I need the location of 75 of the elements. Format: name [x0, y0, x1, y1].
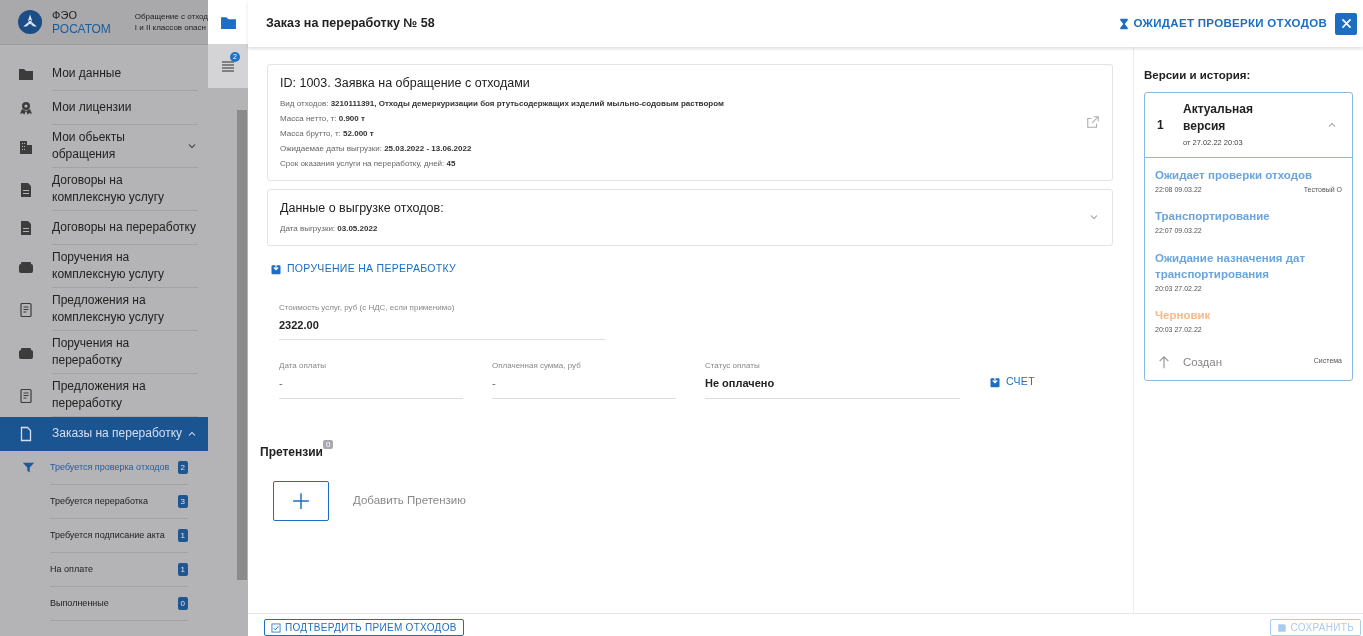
sidebar-item[interactable]: Договоры на переработку — [0, 211, 208, 245]
submenu-item[interactable]: Требуется подписание акта 1 — [0, 519, 208, 553]
document-icon — [18, 181, 34, 198]
document-icon — [18, 220, 34, 236]
history-status: Черновик — [1155, 308, 1212, 323]
download-icon — [989, 375, 1001, 388]
history-status: Ожидает проверки отходов — [1155, 167, 1314, 183]
folder-icon — [18, 66, 34, 82]
sidebar-item[interactable]: Предложения на комплексную услугу — [0, 288, 208, 331]
document-icon — [18, 426, 34, 442]
plus-icon — [292, 491, 310, 510]
confirm-button[interactable]: ПОДТВЕРДИТЬ ПРИЕМ ОТХОДОВ — [264, 619, 464, 636]
count-badge: 0 — [177, 597, 188, 610]
section-title: Претензии — [260, 444, 323, 459]
brand-name: РОСАТОМ — [52, 21, 111, 36]
sidebar-item[interactable]: Мои данные — [0, 57, 208, 91]
detail-line: Масса брутто, т: 52.000 т — [280, 127, 375, 140]
award-icon — [18, 100, 34, 116]
history-status: Ожидание назначения дат транспортирования — [1155, 250, 1307, 282]
detail-line: Ожидаемае даты выгрузки: 25.03.2022 - 13.06.2022 — [280, 142, 473, 155]
add-label: Добавить Претензию — [353, 492, 466, 508]
payment-field: Дата оплаты - — [279, 360, 463, 399]
sidebar-item[interactable]: Договоры на комплексную услугу — [0, 168, 208, 211]
detail-line: Масса нетто, т: 0.900 т — [280, 112, 366, 125]
building-icon — [18, 138, 34, 155]
sidebar-item[interactable]: Мои лицензии — [0, 91, 208, 125]
submenu-item[interactable]: Требуется проверка отходов 2 — [0, 451, 208, 485]
detail-line: Срок оказания услуги на переработку, дней: 45 — [280, 157, 457, 170]
count-badge: 0 — [323, 439, 334, 449]
close-button[interactable] — [1335, 12, 1357, 35]
sidebar-item[interactable]: Заказы на переработку — [0, 417, 208, 451]
save-icon — [1276, 622, 1287, 633]
download-link[interactable]: СЧЕТ — [989, 373, 1035, 390]
app-title: Обращение с отход — [134, 11, 208, 22]
submenu-item[interactable]: Выполненные 0 — [0, 587, 208, 621]
submenu-item[interactable]: Требуется переработка 3 — [0, 485, 208, 519]
version-title: Актуальная версия — [1183, 101, 1254, 136]
close-icon — [1339, 17, 1353, 30]
sidebar-item[interactable]: Поручения на комплексную услугу — [0, 245, 208, 288]
document-icon — [18, 301, 34, 318]
version-number: 1 — [1157, 116, 1165, 134]
detail-line: Дата выгрузки: 03.05.2022 — [280, 222, 379, 235]
filter-icon — [22, 461, 35, 475]
side-tab[interactable] — [208, 0, 248, 44]
checkbox-icon — [271, 622, 281, 633]
brand-name: ФЭО — [52, 8, 78, 22]
download-icon — [270, 262, 282, 275]
count-badge: 1 — [177, 529, 188, 542]
scrollbar[interactable] — [237, 110, 247, 580]
app-title: I и II классов опасн — [134, 22, 207, 33]
card-title: ID: 1003. Заявка на обращение с отходами — [280, 75, 531, 92]
count-badge: 2 — [177, 461, 188, 474]
card-title: Данные о выгрузке отходов: — [280, 199, 445, 217]
detail-line: Вид отходов: 3210111391, Отходы демеркуризации боя ртутьсодержащих изделий мыльно-содовым раствором — [280, 97, 725, 110]
submenu-item[interactable]: На оплате 1 — [0, 553, 208, 587]
cost-field: Стоимость услуг, руб (с НДС, если применимо) 2322.00 — [279, 301, 605, 340]
payment-field: Статус оплаты Не оплачено — [705, 360, 960, 399]
status-label: ОЖИДАЕТ ПРОВЕРКИ ОТХОДОВ — [1117, 14, 1327, 33]
section-title: Версии и история: — [1144, 68, 1252, 83]
history-status: Транспортирование — [1155, 209, 1271, 224]
hourglass-icon — [1117, 17, 1130, 30]
sidebar-item[interactable]: Мои обьекты обращения — [0, 125, 208, 168]
unload-card[interactable]: Данные о выгрузке отходов: Дата выгрузки: 03.05.2022 — [267, 188, 1113, 246]
list-icon — [220, 58, 236, 74]
sidebar-item[interactable]: Поручения на переработку — [0, 331, 208, 374]
download-link[interactable]: ПОРУЧЕНИЕ НА ПЕРЕРАБОТКУ — [270, 260, 457, 277]
add-button[interactable] — [273, 480, 329, 521]
count-badge: 1 — [177, 563, 188, 576]
page-title: Заказ на переработку № 58 — [266, 15, 436, 33]
arrow-up-icon — [1157, 354, 1171, 369]
history-status: Создан — [1183, 354, 1224, 370]
payment-field: Оплаченная сумма, руб - — [492, 360, 676, 399]
document-icon — [18, 387, 34, 404]
logo-icon — [18, 7, 43, 37]
count-badge: 3 — [177, 495, 188, 508]
